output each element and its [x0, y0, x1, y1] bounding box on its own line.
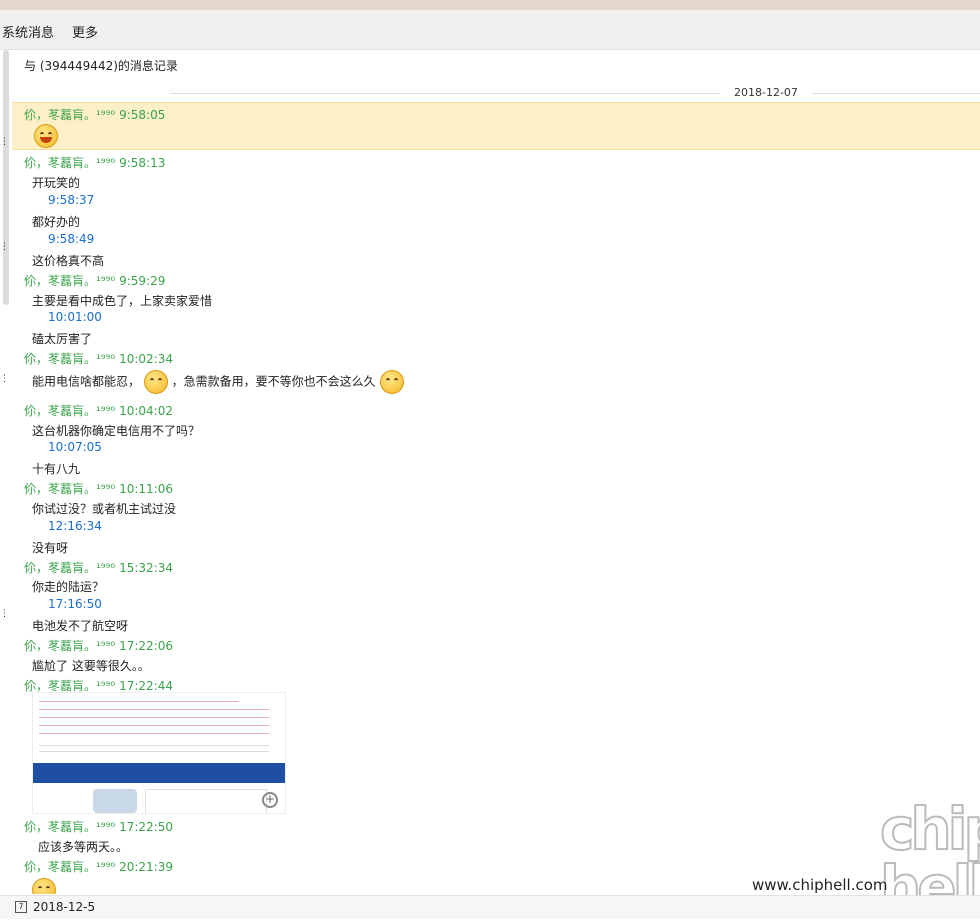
scrollbar-thumb[interactable]: [3, 50, 9, 305]
history-title: 与 (394449442)的消息记录: [24, 59, 178, 73]
smile-emoji-icon: [143, 370, 168, 394]
sender-name: 伱，苳藞肓。¹⁹⁹⁰: [24, 404, 116, 418]
footer-date[interactable]: 2018-12-5: [33, 900, 95, 914]
message-text: 电池发不了航空呀: [32, 619, 129, 633]
message-text-part: 能用电信啥都能忍，: [32, 374, 141, 389]
emoji-message: [32, 878, 56, 894]
message-time: 9:59:29: [119, 274, 166, 288]
message-header: 伱，苳藞肓。¹⁹⁹⁰ 15:32:34: [24, 559, 173, 576]
message-text: 尴尬了 这要等很久。。: [32, 659, 150, 673]
message-time: 10:07:05: [48, 440, 102, 454]
thumb-line: [39, 717, 269, 718]
thumb-line: [39, 733, 269, 734]
message-header: 伱，苳藞肓。¹⁹⁹⁰ 9:58:05: [24, 106, 165, 123]
message-text: 开玩笑的: [32, 176, 81, 190]
message-header: 伱，苳藞肓。¹⁹⁹⁰ 10:02:34: [24, 350, 173, 367]
sender-name: 伱，苳藞肓。¹⁹⁹⁰: [24, 860, 116, 874]
message-text: 你走的陆运？: [32, 580, 105, 594]
message-header: 伱，苳藞肓。¹⁹⁹⁰ 17:22:50: [24, 818, 173, 835]
message-text: 十有八九: [32, 462, 81, 476]
footer-bar: 7 2018-12-5: [0, 895, 980, 919]
menu-bar: 系统消息 更多: [0, 10, 980, 50]
crying-emoji-icon: [379, 370, 404, 394]
message-text-part: ，急需款备用，要不等你也不会这么久: [171, 374, 376, 389]
message-time: 9:58:13: [119, 156, 166, 170]
message-time: 17:22:44: [119, 679, 173, 693]
rail-marker: ⋮: [0, 374, 9, 384]
sender-name: 伱，苳藞肓。¹⁹⁹⁰: [24, 482, 116, 496]
thumb-line: [39, 725, 269, 726]
left-scroll-rail[interactable]: ⋮ ⋮ ⋮ ⋮: [0, 50, 12, 895]
message-text: 都好办的: [32, 215, 81, 229]
image-attachment-thumbnail[interactable]: [32, 692, 286, 814]
rail-marker: ⋮: [0, 137, 9, 147]
message-header: 伱，苳藞肓。¹⁹⁹⁰ 9:58:13: [24, 154, 165, 171]
thumb-line: [39, 745, 269, 746]
menu-more[interactable]: 更多: [72, 22, 98, 41]
message-text: 应该多等两天。。: [38, 840, 129, 854]
date-divider-line: [170, 93, 980, 94]
smile-emoji-icon: [32, 878, 56, 894]
message-text: 没有呀: [32, 541, 69, 555]
message-header: 伱，苳藞肓。¹⁹⁹⁰ 20:21:39: [24, 858, 173, 875]
message-time: 10:02:34: [119, 352, 173, 366]
sender-name: 伱，苳藞肓。¹⁹⁹⁰: [24, 156, 116, 170]
rail-marker: ⋮: [0, 242, 9, 252]
message-time: 9:58:37: [48, 193, 95, 207]
sender-name: 伱，苳藞肓。¹⁹⁹⁰: [24, 274, 116, 288]
date-divider-label: 2018-12-07: [720, 86, 812, 99]
sender-name: 伱，苳藞肓。¹⁹⁹⁰: [24, 561, 116, 575]
message-time: 17:22:06: [119, 639, 173, 653]
message-text: 能用电信啥都能忍， ，急需款备用，要不等你也不会这么久: [32, 370, 404, 394]
window-top-strip: [0, 0, 980, 10]
sender-name: 伱，苳藞肓。¹⁹⁹⁰: [24, 639, 116, 653]
laughing-emoji-icon: [34, 124, 58, 148]
thumb-line: [39, 709, 269, 710]
message-time: 17:16:50: [48, 597, 102, 611]
thumb-phone-image: [93, 789, 137, 813]
sender-name: 伱，苳藞肓。¹⁹⁹⁰: [24, 820, 116, 834]
message-text: 主要是看中成色了，上家卖家爱惜: [32, 294, 213, 308]
thumb-table: [145, 789, 267, 813]
menu-system-messages[interactable]: 系统消息: [2, 22, 54, 41]
sender-name: 伱，苳藞肓。¹⁹⁹⁰: [24, 352, 116, 366]
sender-name: 伱，苳藞肓。¹⁹⁹⁰: [24, 108, 116, 122]
watermark-url: www.chiphell.com: [752, 876, 888, 894]
message-text: 磕太厉害了: [32, 332, 93, 346]
calendar-icon[interactable]: 7: [15, 901, 27, 913]
message-time: 17:22:50: [119, 820, 173, 834]
thumb-header-bar: [33, 763, 285, 783]
message-text: 这价格真不高: [32, 254, 105, 268]
message-header: 伱，苳藞肓。¹⁹⁹⁰ 10:11:06: [24, 480, 173, 497]
message-text: 这台机器你确定电信用不了吗？: [32, 424, 201, 438]
message-header: 伱，苳藞肓。¹⁹⁹⁰ 9:59:29: [24, 272, 165, 289]
emoji-message: [34, 124, 58, 148]
thumb-line: [39, 701, 239, 702]
message-text: 你试过没？或者机主试过没: [32, 502, 177, 516]
message-time: 12:16:34: [48, 519, 102, 533]
message-time: 10:11:06: [119, 482, 173, 496]
message-time: 10:04:02: [119, 404, 173, 418]
sender-name: 伱，苳藞肓。¹⁹⁹⁰: [24, 679, 116, 693]
message-time: 9:58:49: [48, 232, 95, 246]
message-time: 20:21:39: [119, 860, 173, 874]
message-time: 15:32:34: [119, 561, 173, 575]
thumb-line: [39, 751, 269, 752]
message-time: 10:01:00: [48, 310, 102, 324]
zoom-in-icon[interactable]: +: [262, 792, 278, 808]
message-time: 9:58:05: [119, 108, 166, 122]
message-header: 伱，苳藞肓。¹⁹⁹⁰ 17:22:06: [24, 637, 173, 654]
message-header: 伱，苳藞肓。¹⁹⁹⁰ 10:04:02: [24, 402, 173, 419]
rail-marker: ⋮: [0, 609, 9, 619]
chiphell-watermark: chip hell www.chiphell.com: [752, 799, 980, 917]
